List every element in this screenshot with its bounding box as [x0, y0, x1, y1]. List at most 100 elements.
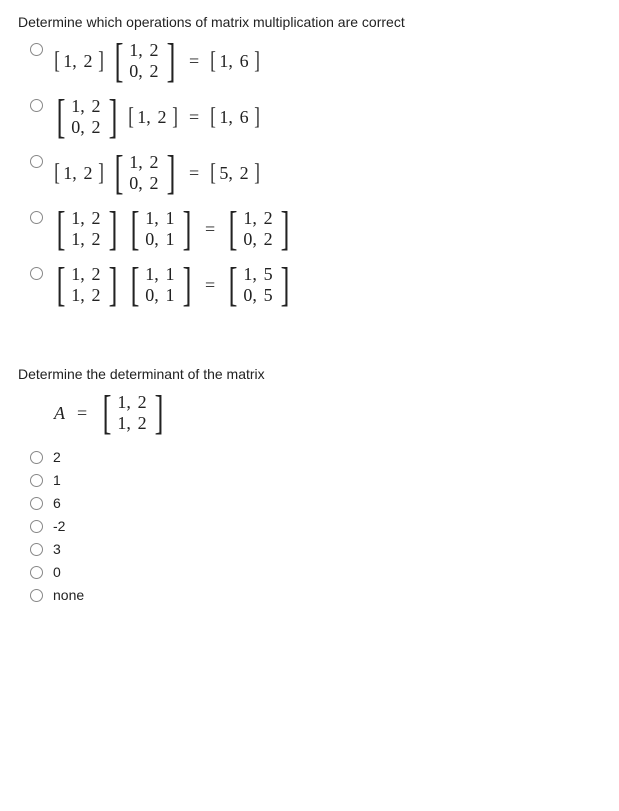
bracket-left-icon: [: [131, 210, 140, 247]
matrix-cell: 2: [147, 173, 161, 194]
q2-option-3-radio[interactable]: [30, 497, 43, 510]
matrix-rows: 1,21,2: [69, 264, 105, 306]
matrix-rows: 1,20,2: [69, 96, 105, 138]
matrix-row: 1,6: [219, 107, 251, 128]
bracket-left-icon: [: [131, 266, 140, 303]
bracket-right-icon: ]: [254, 49, 260, 73]
matrix-cell: 1,: [219, 107, 233, 128]
q1-option-5[interactable]: [1,21,2][1,10,1]=[1,50,5]: [30, 264, 601, 306]
q2-option-1[interactable]: 2: [30, 448, 601, 465]
matrix-row: 5,2: [219, 163, 251, 184]
q2-option-1-radio[interactable]: [30, 451, 43, 464]
matrix-row: 1,2: [117, 413, 149, 434]
q2-option-6-label: 0: [53, 563, 61, 580]
question-2: Determine the determinant of the matrix …: [18, 366, 601, 603]
matrix-cell: 1,: [243, 208, 257, 229]
bracket-left-icon: [: [103, 394, 112, 431]
q2-option-6[interactable]: 0: [30, 563, 601, 580]
q1-option-5-radio[interactable]: [30, 267, 43, 280]
matrix-cell: 5,: [219, 163, 233, 184]
q2-option-4-radio[interactable]: [30, 520, 43, 533]
q1-option-2[interactable]: [1,20,2][1,2]=[1,6]: [30, 96, 601, 138]
matrix-rows: 1,10,1: [143, 264, 179, 306]
matrix-cell: 0,: [243, 285, 257, 306]
matrix-cell: 0,: [145, 229, 159, 250]
q2-option-3[interactable]: 6: [30, 494, 601, 511]
q1-option-4-radio[interactable]: [30, 211, 43, 224]
equation: [1,21,2][1,10,1]=[1,50,5]: [53, 264, 293, 306]
matrix-row: 0,2: [71, 117, 103, 138]
q2-option-4[interactable]: -2: [30, 517, 601, 534]
matrix-rows: 1,2: [135, 107, 171, 128]
q2-option-5[interactable]: 3: [30, 540, 601, 557]
matrix-cell: 1: [163, 285, 177, 306]
q2-option-6-radio[interactable]: [30, 566, 43, 579]
matrix-rows: 1,20,2: [127, 40, 163, 82]
matrix-row: 1,2: [71, 208, 103, 229]
matrix-cell: 0,: [145, 285, 159, 306]
q1-option-1-radio[interactable]: [30, 43, 43, 56]
bracket-left-icon: [: [115, 42, 124, 79]
matrix-row: 1,5: [243, 264, 275, 285]
q2-option-2-radio[interactable]: [30, 474, 43, 487]
q2-option-7-radio[interactable]: [30, 589, 43, 602]
equation: [1,2][1,20,2]=[5,2]: [53, 152, 261, 194]
matrix-cell: 2: [147, 152, 161, 173]
bracket-left-icon: [: [57, 98, 66, 135]
matrix: [1,6]: [209, 49, 261, 73]
matrix-cell: 2: [89, 229, 103, 250]
matrix-cell: 1,: [243, 264, 257, 285]
q1-option-3-radio[interactable]: [30, 155, 43, 168]
bracket-right-icon: ]: [109, 210, 118, 247]
matrix-row: 0,1: [145, 285, 177, 306]
bracket-left-icon: [: [57, 210, 66, 247]
q2-option-2[interactable]: 1: [30, 471, 601, 488]
matrix-row: 1,2: [63, 51, 95, 72]
matrix-row: 0,2: [243, 229, 275, 250]
matrix-cell: 6: [237, 51, 251, 72]
bracket-left-icon: [: [210, 105, 216, 129]
q2-option-7[interactable]: none: [30, 586, 601, 603]
matrix-cell: 2: [261, 208, 275, 229]
matrix-cell: 6: [237, 107, 251, 128]
q2-option-5-label: 3: [53, 540, 61, 557]
matrix: [1,10,1]: [127, 264, 195, 306]
equals-sign: =: [189, 163, 199, 184]
matrix-cell: 1,: [63, 51, 77, 72]
matrix-cell: 2: [81, 51, 95, 72]
matrix-rows: 1,20,2: [241, 208, 277, 250]
matrix-cell: 2: [261, 229, 275, 250]
question-1-prompt: Determine which operations of matrix mul…: [18, 14, 601, 30]
matrix-row: 1,2: [117, 392, 149, 413]
matrix-rows: 1,10,1: [143, 208, 179, 250]
matrix-rows: 1,2: [61, 163, 97, 184]
bracket-right-icon: ]: [167, 154, 176, 191]
matrix-row: 1,2: [71, 285, 103, 306]
bracket-left-icon: [: [210, 49, 216, 73]
matrix: [1,21,2]: [99, 392, 167, 434]
matrix-variable: A: [54, 403, 65, 424]
q1-option-4[interactable]: [1,21,2][1,10,1]=[1,20,2]: [30, 208, 601, 250]
bracket-right-icon: ]: [281, 266, 290, 303]
matrix-rows: 1,2: [61, 51, 97, 72]
equals-sign: =: [77, 403, 87, 424]
q1-option-2-radio[interactable]: [30, 99, 43, 112]
matrix-cell: 1,: [117, 392, 131, 413]
matrix: [1,21,2]: [53, 264, 121, 306]
matrix-cell: 5: [261, 264, 275, 285]
equation: [1,21,2][1,10,1]=[1,20,2]: [53, 208, 293, 250]
matrix-cell: 1,: [71, 229, 85, 250]
equals-sign: =: [205, 275, 215, 296]
matrix-cell: 2: [89, 264, 103, 285]
q2-option-7-label: none: [53, 586, 84, 603]
q1-option-1[interactable]: [1,2][1,20,2]=[1,6]: [30, 40, 601, 82]
q2-option-5-radio[interactable]: [30, 543, 43, 556]
bracket-right-icon: ]: [98, 49, 104, 73]
bracket-right-icon: ]: [281, 210, 290, 247]
equals-sign: =: [205, 219, 215, 240]
matrix-row: 0,5: [243, 285, 275, 306]
q1-option-3[interactable]: [1,2][1,20,2]=[5,2]: [30, 152, 601, 194]
bracket-right-icon: ]: [172, 105, 178, 129]
matrix-cell: 1,: [145, 264, 159, 285]
matrix: [1,20,2]: [225, 208, 293, 250]
